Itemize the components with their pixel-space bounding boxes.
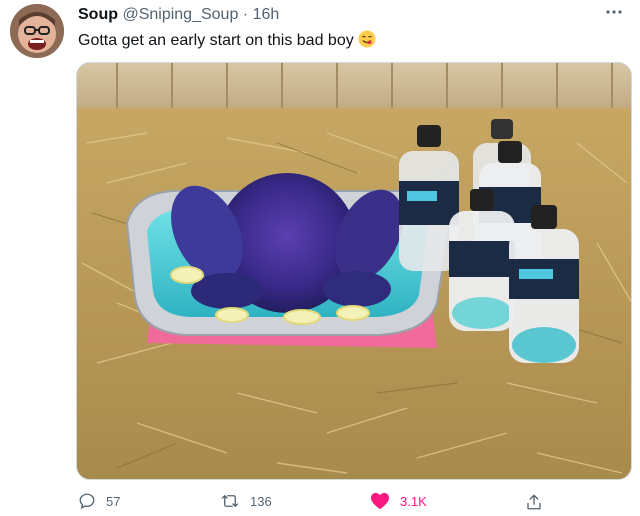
more-dots-icon[interactable]	[604, 2, 624, 27]
reply-count: 57	[106, 493, 121, 509]
photo-image	[77, 63, 631, 479]
author-name[interactable]: Soup	[78, 6, 118, 23]
retweet-button[interactable]: 136	[220, 492, 272, 510]
share-button[interactable]	[525, 492, 553, 512]
yum-face-emoji-icon	[358, 30, 376, 53]
tweet-actions: 57 136 3.1K	[0, 492, 640, 516]
tweet-body: Gotta get an early start on this bad boy	[78, 32, 354, 49]
tweet-photo[interactable]	[76, 62, 632, 480]
retweet-icon	[221, 495, 239, 507]
retweet-count: 136	[250, 493, 272, 509]
tweet-header: Soup @Sniping_Soup · 16h	[78, 6, 279, 24]
like-count: 3.1K	[400, 493, 427, 509]
avatar[interactable]	[10, 4, 64, 58]
author-handle[interactable]: @Sniping_Soup	[122, 6, 238, 23]
reply-icon	[79, 493, 95, 509]
tweet-text: Gotta get an early start on this bad boy	[78, 30, 376, 53]
separator-dot: ·	[242, 6, 249, 23]
like-button[interactable]: 3.1K	[370, 492, 427, 510]
tweet: Soup @Sniping_Soup · 16h Gotta get an ea…	[0, 0, 640, 516]
share-icon	[527, 494, 541, 510]
reply-button[interactable]: 57	[78, 492, 120, 510]
tweet-timestamp[interactable]: 16h	[253, 6, 280, 23]
avatar-image	[10, 4, 64, 58]
heart-icon	[371, 492, 389, 510]
